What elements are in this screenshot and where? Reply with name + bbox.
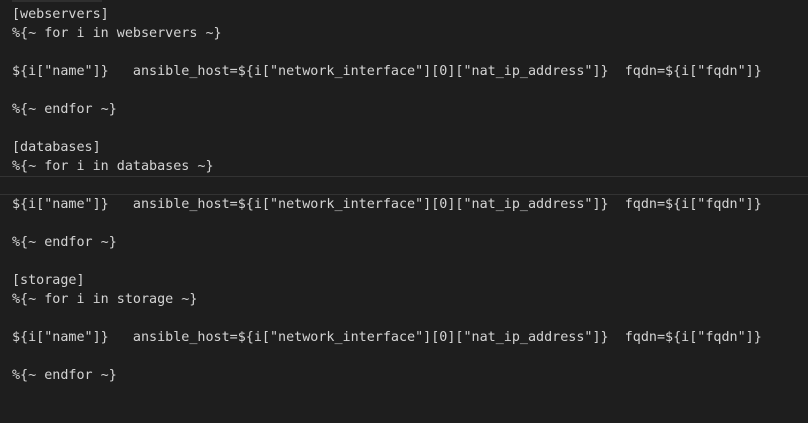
code-line[interactable]: [databases]	[0, 138, 808, 157]
code-line[interactable]: %{~ for i in webservers ~}	[0, 24, 808, 43]
code-line[interactable]: ${i["name"]} ansible_host=${i["network_i…	[0, 195, 808, 214]
code-editor[interactable]: [webservers] %{~ for i in webservers ~} …	[0, 0, 808, 423]
code-line[interactable]	[0, 119, 808, 138]
code-line[interactable]: [webservers]	[0, 5, 808, 24]
code-line[interactable]: %{~ endfor ~}	[0, 366, 808, 385]
code-line[interactable]	[0, 81, 808, 100]
code-line[interactable]: ${i["name"]} ansible_host=${i["network_i…	[0, 62, 808, 81]
code-line[interactable]	[0, 252, 808, 271]
code-line[interactable]	[0, 214, 808, 233]
code-line[interactable]	[0, 309, 808, 328]
code-line[interactable]: [storage]	[0, 271, 808, 290]
code-line[interactable]	[0, 347, 808, 366]
code-line[interactable]: ${i["name"]} ansible_host=${i["network_i…	[0, 328, 808, 347]
code-line[interactable]: %{~ for i in databases ~}	[0, 157, 808, 176]
code-line[interactable]: %{~ endfor ~}	[0, 100, 808, 119]
code-line[interactable]: %{~ for i in storage ~}	[0, 290, 808, 309]
current-code-line[interactable]	[0, 176, 808, 195]
scrolled-line-fragment	[12, 0, 102, 2]
code-line[interactable]	[0, 43, 808, 62]
code-line[interactable]: %{~ endfor ~}	[0, 233, 808, 252]
